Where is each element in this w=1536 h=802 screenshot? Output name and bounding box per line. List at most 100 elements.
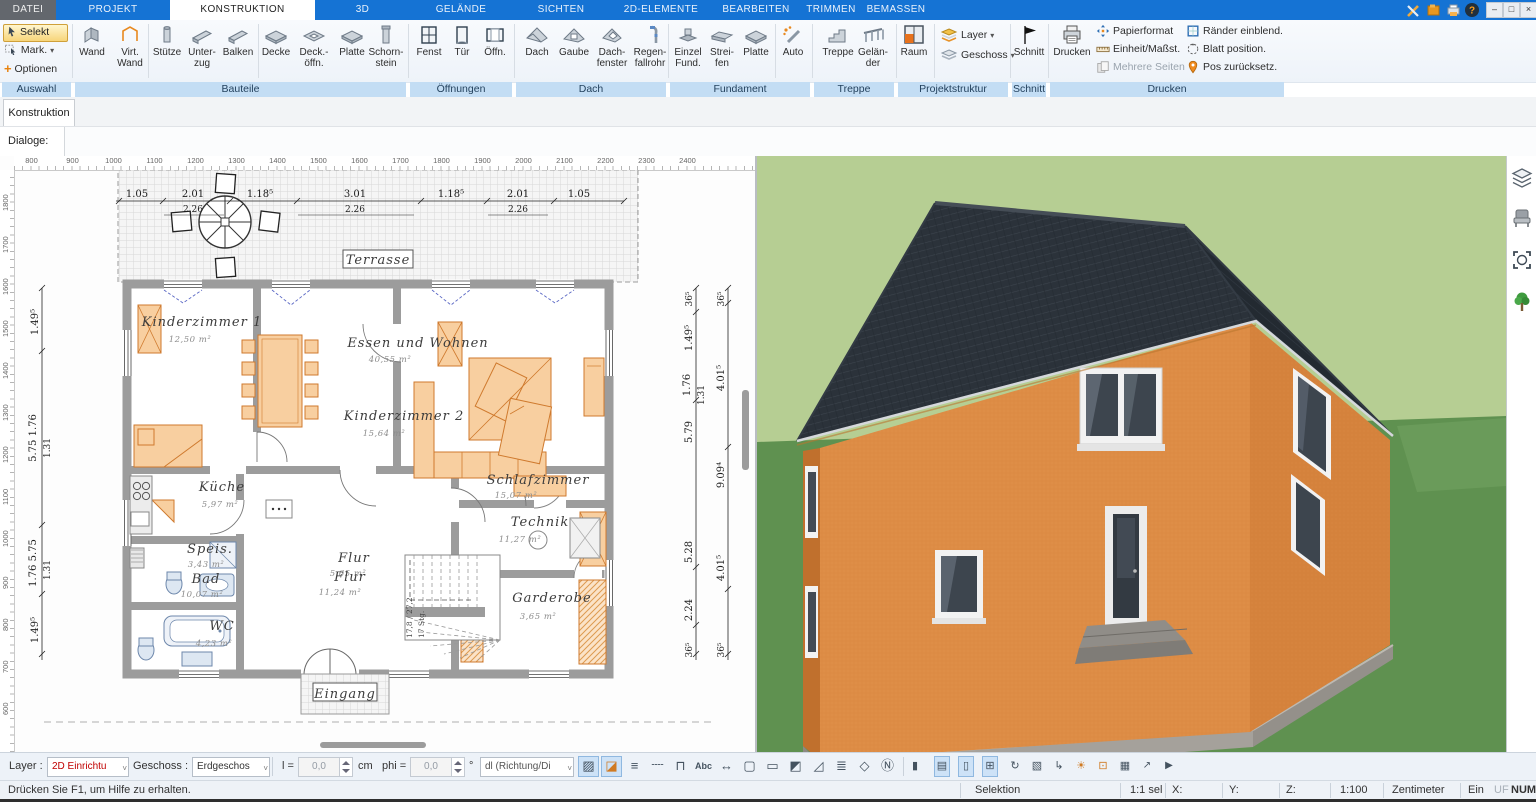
roof-slope-icon[interactable]: ◿ [808,756,829,777]
marquee-icon [4,43,18,55]
schnitt-button[interactable]: Schnitt [1008,23,1050,81]
tab-gelaende[interactable]: GELÄNDE [410,0,512,20]
document-tab-konstruktion[interactable]: Konstruktion [3,99,75,126]
layer-stack-icon[interactable]: ≣ [831,756,852,777]
layers-icon[interactable] [1510,166,1534,190]
view-3d[interactable] [756,156,1506,752]
auto-button[interactable]: Auto [772,23,814,81]
phi-input[interactable]: 0,0 [410,757,452,777]
status-unit: Zentimeter [1392,784,1445,796]
plattenfundament-button[interactable]: Platte [735,23,777,81]
l-input[interactable]: 0,0 [298,757,340,777]
dachfenster-button[interactable]: Dach-fenster [591,23,633,81]
tab-konstruktion[interactable]: KONSTRUKTION [170,0,315,20]
dim: 4.01⁵ [716,365,727,391]
restore-button[interactable]: □ [1503,2,1520,18]
room-area-wohnen: 40,55 m² [368,355,412,365]
l-stepper[interactable] [339,757,353,777]
fill-hatch-icon[interactable]: ▨ [578,756,599,777]
vertical-scrollbar[interactable] [742,390,749,470]
tab-bearbeiten[interactable]: BEARBEITEN [712,0,800,20]
frame-icon[interactable]: ▭ [762,756,783,777]
selection-frame-icon[interactable]: ▢ [739,756,760,777]
papierformat-button[interactable]: Papierformat [1096,22,1173,40]
room-area-k2: 15,64 m² [363,429,406,439]
minimize-button[interactable]: – [1486,2,1503,18]
mark-button[interactable]: Mark. ▾ [4,42,54,59]
selekt-button[interactable]: Selekt [3,24,68,42]
geschoss-select[interactable]: Erdgeschos˅ [192,757,270,777]
dim: 1.31 [43,438,53,458]
tab-3d[interactable]: 3D [315,0,410,20]
roof-plane-icon[interactable]: ◪ [601,756,622,777]
decke-button[interactable]: Decke [255,23,297,81]
furniture-icon[interactable] [1510,206,1534,230]
refresh-3d-icon[interactable]: ↻ [1008,756,1022,777]
status-sel-ratio: 1:1 sel [1130,784,1162,796]
drucken-button[interactable]: Drucken [1051,23,1093,81]
pan-icon[interactable] [1510,248,1534,272]
oeffnung-button[interactable]: Öffn. [474,23,516,81]
tab-datei[interactable]: DATEI [0,0,56,20]
wand-button[interactable]: Wand [71,23,113,81]
einheit-massstab-button[interactable]: Einheit/Maßst. [1096,40,1180,58]
plan-view-2d[interactable]: 8009001000110012001300140015001600170018… [0,156,756,752]
tab-sichten[interactable]: SICHTEN [512,0,610,20]
layer-select[interactable]: 2D Einrichtu˅ [47,757,129,777]
line-style-icon[interactable]: ╌╌ [647,756,668,777]
slab-icon[interactable]: ◇ [854,756,875,777]
tab-bemassen[interactable]: BEMASSEN [862,0,930,20]
tab-projekt[interactable]: PROJEKT [56,0,170,20]
window-grid-icon[interactable]: ⊞ [982,756,998,777]
balken-button[interactable]: Balken [217,23,259,81]
close-button[interactable]: × [1520,2,1536,18]
text-icon[interactable]: Abc [693,756,714,777]
measure-icon[interactable]: ↗ [1140,756,1154,777]
tab-trimmen[interactable]: TRIMMEN [800,0,862,20]
optionen-button[interactable]: + Optionen [4,60,57,77]
grid-icon[interactable]: ▦ [1118,756,1132,777]
phi-stepper[interactable] [451,757,465,777]
raender-einblenden-button[interactable]: Ränder einblend. [1186,22,1283,40]
schornstein-button[interactable]: Schorn-stein [365,23,407,81]
deckenoeffnung-button[interactable]: Deck.-öffn. [293,23,335,81]
line-weight-icon[interactable]: ≡ [624,756,645,777]
help-icon[interactable]: ? [1464,2,1480,18]
north-icon[interactable]: Ⓝ [877,756,898,777]
band-projektstruktur: Projektstruktur [898,82,1008,97]
project-icon[interactable] [1426,3,1441,18]
light-icon[interactable]: ☀ [1074,756,1088,777]
tree-icon[interactable] [1510,290,1534,314]
print-icon[interactable] [1446,3,1461,18]
color-layers-icon[interactable]: ◩ [785,756,806,777]
image-icon[interactable]: ▧ [1030,756,1044,777]
regenfallrohr-button[interactable]: Regen-fallrohr [629,23,671,81]
dl-select[interactable]: dl (Richtung/Di˅ [480,757,574,777]
dach-button[interactable]: Dach [516,23,558,81]
virtuelle-wand-button[interactable]: Virt.Wand [109,23,151,81]
raum-button[interactable]: Raum [893,23,935,81]
dim: 2.26 [345,205,365,215]
tools-icon[interactable] [1406,3,1421,18]
blatt-position-button[interactable]: Blatt position. [1186,40,1266,58]
tab-2d-elemente[interactable]: 2D-ELEMENTE [610,0,712,20]
room-label-schlaf: Schlafzimmer [487,473,590,488]
viewport-icon[interactable]: ▯ [958,756,974,777]
ruler-icon[interactable]: ▤ [934,756,950,777]
gelaender-button[interactable]: Gelän-der [852,23,894,81]
room-area-flur2: 11,24 m² [319,588,362,598]
mehrere-seiten-button: Mehrere Seiten [1096,58,1185,76]
dimension-icon[interactable]: ↔ [716,756,737,777]
room-label-wohnen: Essen und Wohnen [346,336,488,351]
snap-point-icon[interactable]: ⊡ [1096,756,1110,777]
geschoss-dropdown[interactable]: Geschoss ▾ [940,46,1015,64]
floorplan-drawing[interactable]: Terrasse Kinderzimmer 1 12,50 m² Essen u… [14,170,754,738]
gaube-button[interactable]: Gaube [553,23,595,81]
column-marker-icon[interactable]: ▮ [908,756,922,777]
horizontal-scrollbar[interactable] [320,742,426,748]
room-label-icon[interactable]: ⊓ [670,756,691,777]
pointer-delete-icon[interactable]: ▶ [1162,756,1176,777]
polyline-icon[interactable]: ↳ [1052,756,1066,777]
pos-zuruecksetzen-button[interactable]: Pos zurücksetz. [1186,58,1277,76]
layer-dropdown[interactable]: Layer ▾ [940,26,994,44]
